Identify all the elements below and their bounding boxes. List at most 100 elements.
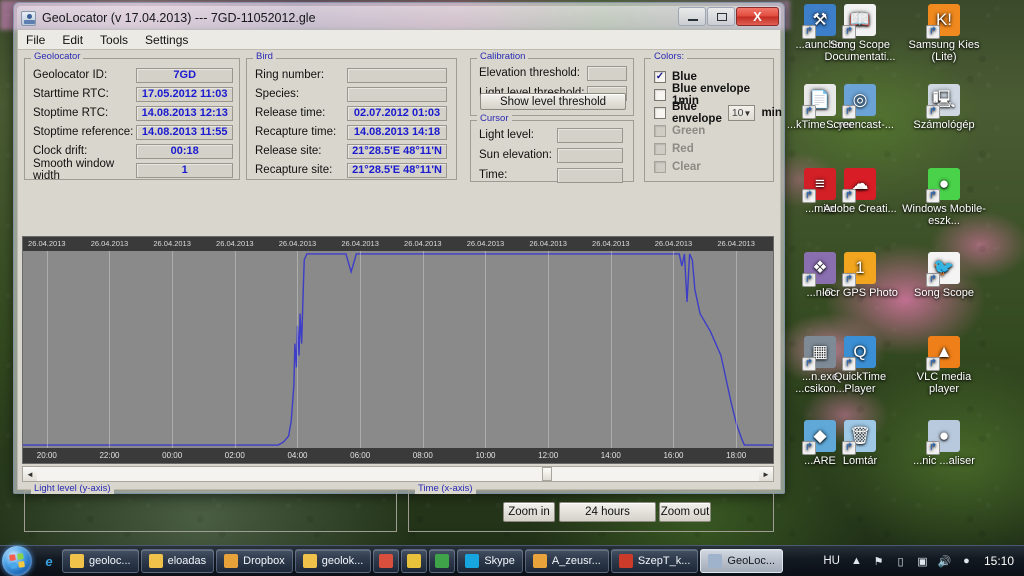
taskbar-button-icon	[618, 554, 633, 568]
checkbox-label: Blue envelope	[672, 101, 722, 125]
blue-envelope-minutes-select[interactable]: 10 ▼	[727, 105, 756, 121]
desktop-icon[interactable]: ◎Screencast-...	[818, 84, 902, 131]
desktop-icon[interactable]: 🗑Lomtár	[818, 420, 902, 467]
desktop-icon[interactable]: ●Windows Mobile-eszk...	[902, 168, 986, 227]
window-titlebar[interactable]: GeoLocator (v 17.04.2013) --- 7GD-110520…	[17, 6, 781, 30]
chart-gridline	[610, 251, 612, 448]
geolocator-field-label: Starttime RTC:	[33, 88, 109, 100]
taskbar-button[interactable]: SzepT_k...	[610, 549, 699, 573]
maximize-button[interactable]	[707, 7, 735, 26]
zoom-out-button[interactable]: Zoom out	[659, 502, 711, 522]
chart-top-axis-label: 26.04.2013	[466, 239, 505, 248]
cursor-field-value-field[interactable]	[557, 127, 623, 143]
minimize-button[interactable]	[678, 7, 706, 26]
checkbox-label: Green	[672, 125, 706, 137]
cursor-field-value-field[interactable]	[557, 147, 623, 163]
taskbar-button[interactable]	[429, 549, 456, 573]
language-indicator[interactable]: HU	[823, 555, 840, 567]
chart-bottom-axis-label: 10:00	[475, 451, 496, 460]
geolocator-field-value-field[interactable]: 1	[136, 162, 233, 178]
start-button[interactable]	[2, 546, 32, 576]
volume-icon[interactable]: 🔊	[937, 554, 952, 569]
taskbar-button-icon	[708, 554, 723, 568]
scrollbar-track[interactable]	[37, 467, 759, 481]
bird-field-value-field[interactable]: 21°28.5'E 48°11'N	[347, 162, 447, 178]
desktop-icon[interactable]: 📖Song Scope Documentati...	[818, 4, 902, 63]
desktop-icon-label: Windows Mobile-eszk...	[902, 203, 986, 227]
calibration-field-value-field[interactable]	[587, 65, 627, 81]
taskbar-button-icon	[435, 554, 450, 568]
bird-field-value-field[interactable]: 02.07.2012 01:03	[347, 105, 447, 121]
battery-icon[interactable]: ▯	[893, 554, 908, 569]
bird-field-value-field[interactable]: 21°28.5'E 48°11'N	[347, 143, 447, 159]
unit-label: min	[761, 107, 782, 119]
taskbar-button[interactable]: GeoLoc...	[700, 549, 784, 573]
desktop-icon[interactable]: 🖳Számológép	[902, 84, 986, 131]
colors-checkbox-row[interactable]: Blue envelope 10 ▼ min	[654, 101, 782, 125]
close-button[interactable]: X	[736, 7, 779, 26]
desktop-icon[interactable]: 🐦Song Scope	[902, 252, 986, 299]
show-level-threshold-button[interactable]: Show level threshold	[480, 93, 626, 110]
desktop-icon[interactable]: K!Samsung Kies (Lite)	[902, 4, 986, 63]
taskbar-button[interactable]	[401, 549, 428, 573]
desktop-icon-glyph: ☁	[842, 168, 876, 203]
antivirus-icon[interactable]: ●	[959, 554, 974, 569]
desktop-icon[interactable]: 1locr GPS Photo	[818, 252, 902, 299]
quicklaunch-internet-explorer[interactable]: e	[36, 553, 62, 569]
geolocator-field-value-field[interactable]: 14.08.2013 12:13	[136, 105, 233, 121]
colors-checkbox-row: Red	[654, 140, 768, 158]
taskbar-button[interactable]: Dropbox	[216, 549, 293, 573]
chart-gridline	[548, 251, 550, 448]
desktop-icon[interactable]: QQuickTime Player	[818, 336, 902, 395]
checkbox-blue-envelope[interactable]	[654, 107, 666, 119]
chart-gridline	[422, 251, 424, 448]
window-controls: X	[677, 7, 779, 26]
network-icon[interactable]: ▣	[915, 554, 930, 569]
geolocator-field-row: Stoptime reference: 14.08.2013 11:55	[33, 124, 233, 140]
geolocator-field-value-field[interactable]: 7GD	[136, 67, 233, 83]
checkbox-red	[654, 143, 666, 155]
scroll-right-arrow[interactable]: ►	[759, 467, 773, 481]
taskbar-button[interactable]	[373, 549, 400, 573]
taskbar-button[interactable]: Skype	[457, 549, 523, 573]
taskbar-button[interactable]: geoloc...	[62, 549, 139, 573]
chart-top-date-axis: 26.04.2013 26.04.2013 26.04.2013 26.04.2013…	[23, 237, 773, 251]
chart-plot-area[interactable]	[23, 251, 773, 448]
chart-top-axis-label: 26.04.2013	[278, 239, 317, 248]
scroll-left-arrow[interactable]: ◄	[23, 467, 37, 481]
time-range-button[interactable]: 24 hours	[559, 502, 656, 522]
desktop-icon-glyph: 🖳	[926, 84, 960, 119]
geolocator-field-value-field[interactable]: 17.05.2012 11:03	[136, 86, 233, 102]
taskbar-button-icon	[379, 554, 394, 568]
bird-field-value-field[interactable]: 14.08.2013 14:18	[347, 124, 447, 140]
light-level-chart[interactable]: 26.04.2013 26.04.2013 26.04.2013 26.04.2013…	[22, 236, 774, 464]
chart-top-axis-label: 26.04.2013	[216, 239, 254, 248]
checkbox-blue-envelope-1min[interactable]	[654, 89, 666, 101]
desktop-icon[interactable]: ●...nic ...aliser	[902, 420, 986, 467]
menu-item-settings[interactable]: Settings	[143, 32, 190, 48]
zoom-in-button[interactable]: Zoom in	[503, 502, 555, 522]
desktop-icon[interactable]: ☁Adobe Creati...	[818, 168, 902, 215]
taskbar-clock[interactable]: 15:10	[981, 554, 1017, 568]
menu-item-edit[interactable]: Edit	[60, 32, 85, 48]
geolocator-field-label: Stoptime RTC:	[33, 107, 109, 119]
chart-horizontal-scrollbar[interactable]: ◄ ►	[22, 466, 774, 482]
desktop-icon[interactable]: ▲VLC media player	[902, 336, 986, 395]
bird-field-value-field[interactable]	[347, 86, 447, 102]
show-hidden-icons[interactable]: ▲	[849, 554, 864, 569]
taskbar-button[interactable]: eloadas	[140, 549, 215, 573]
geolocator-field-value-field[interactable]: 14.08.2013 11:55	[136, 124, 233, 140]
chart-top-axis-label: 26.04.2013	[341, 239, 379, 248]
taskbar-button[interactable]: geolok...	[294, 549, 372, 573]
taskbar-button[interactable]: A_zeusr...	[524, 549, 609, 573]
checkbox-blue[interactable]: ✓	[654, 71, 666, 83]
menu-item-file[interactable]: File	[24, 32, 47, 48]
geolocator-field-value-field[interactable]: 00:18	[136, 143, 233, 159]
bird-field-value-field[interactable]	[347, 67, 447, 83]
menu-item-tools[interactable]: Tools	[98, 32, 130, 48]
colors-checkbox-row: Clear	[654, 158, 768, 176]
chart-gridline	[485, 251, 487, 448]
scrollbar-thumb[interactable]	[542, 467, 553, 481]
cursor-field-value-field[interactable]	[557, 167, 623, 183]
flag-action-center[interactable]: ⚑	[871, 554, 886, 569]
